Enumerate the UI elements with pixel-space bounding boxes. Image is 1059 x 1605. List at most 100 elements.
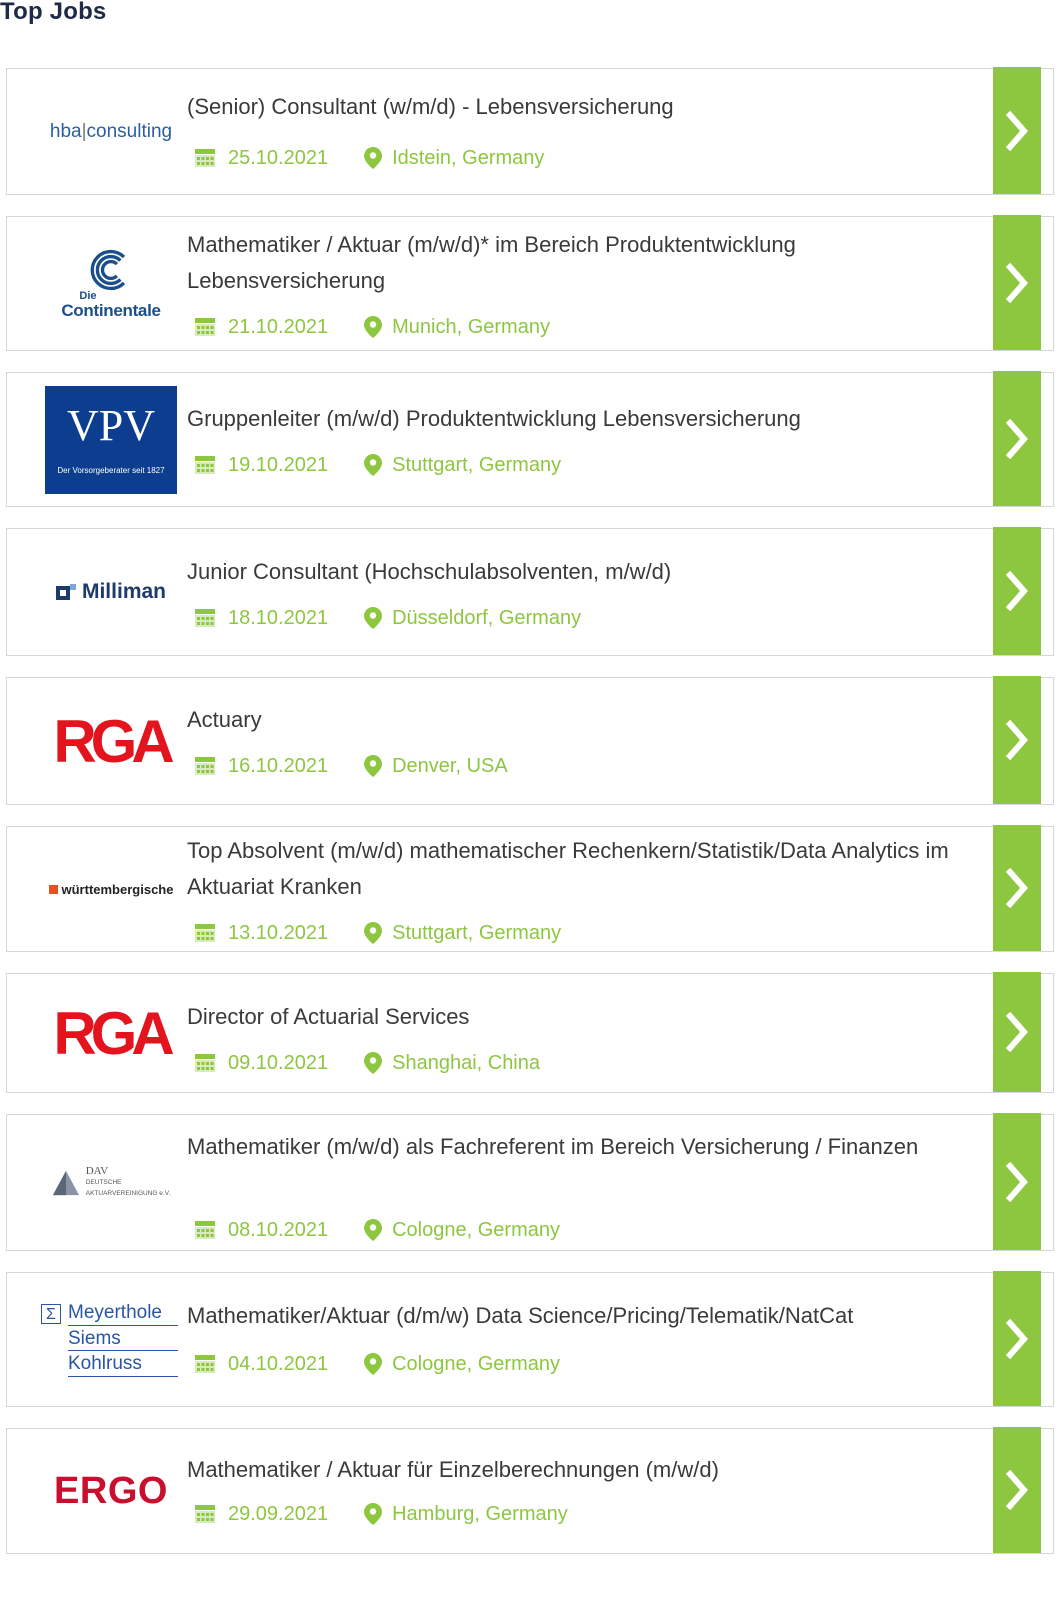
open-job-button[interactable] [993, 1113, 1041, 1250]
open-job-button[interactable] [993, 527, 1041, 655]
calendar-icon [195, 609, 215, 627]
logo-mark [48, 884, 58, 894]
job-title-link[interactable]: Gruppenleiter (m/w/d) Produktentwicklung… [187, 401, 987, 437]
open-job-button[interactable] [993, 972, 1041, 1092]
job-card[interactable]: DAV DEUTSCHE AKTUARVEREINIGUNG e.V. Mathema… [6, 1113, 1054, 1251]
open-job-button[interactable] [993, 1271, 1041, 1406]
open-job-button[interactable] [993, 1427, 1041, 1553]
job-location: Shanghai, China [392, 1051, 540, 1074]
logo-text: RGA [53, 707, 174, 775]
calendar-icon [195, 318, 215, 336]
logo-text: AKTUARVEREINIGUNG e.V. [85, 1190, 171, 1197]
logo-text: DEUTSCHE [85, 1179, 122, 1186]
map-pin-icon [364, 922, 383, 944]
logo-tagline: Der Vorsorgeberater seit 1827 [57, 466, 165, 475]
job-meta: 25.10.2021 Idstein, Germany [187, 145, 544, 171]
job-location: Munich, Germany [392, 315, 550, 338]
job-location: Denver, USA [392, 754, 508, 777]
calendar-icon [195, 1054, 215, 1072]
chevron-right-icon [1005, 110, 1028, 151]
chevron-right-icon [1005, 418, 1028, 459]
job-date: 21.10.2021 [228, 315, 329, 338]
company-logo: RGA [41, 974, 181, 1092]
logo-text: DAV [85, 1165, 109, 1177]
job-title-link[interactable]: Mathematiker / Aktuar für Einzelberechnu… [187, 1452, 987, 1488]
chevron-right-icon [1005, 571, 1028, 611]
chevron-right-icon [1005, 1161, 1028, 1202]
calendar-icon [195, 1505, 215, 1523]
job-meta: 18.10.2021 Düsseldorf, Germany [187, 605, 581, 631]
job-date: 19.10.2021 [228, 453, 329, 476]
job-meta: 19.10.2021 Stuttgart, Germany [187, 452, 561, 478]
job-meta: 16.10.2021 Denver, USA [187, 753, 508, 779]
map-pin-icon [364, 147, 383, 169]
job-date: 08.10.2021 [228, 1218, 329, 1241]
company-logo: Milliman [41, 529, 181, 655]
job-title-link[interactable]: Junior Consultant (Hochschulabsolventen,… [187, 554, 987, 590]
job-card[interactable]: württembergische Top Absolvent (m/w/d) ma… [6, 825, 1054, 952]
company-logo: RGA [41, 678, 181, 804]
continentale-emblem-icon [90, 249, 126, 290]
continentale-logo: Die Continentale [61, 249, 161, 319]
open-job-button[interactable] [993, 215, 1041, 350]
rga-logo: RGA [53, 707, 174, 776]
milliman-mark-icon [55, 584, 76, 600]
job-card[interactable]: hba|consulting (Senior) Consultant (w/m/d… [6, 67, 1054, 195]
job-card[interactable]: ERGO Mathematiker / Aktuar für Einzelbere… [6, 1427, 1054, 1554]
job-date: 18.10.2021 [228, 606, 329, 629]
open-job-button[interactable] [993, 67, 1041, 194]
job-card[interactable]: Milliman Junior Consultant (Hochschulabso… [6, 527, 1054, 656]
open-job-button[interactable] [993, 825, 1041, 951]
job-location: Düsseldorf, Germany [392, 606, 582, 629]
calendar-icon [195, 757, 215, 775]
calendar-icon [195, 1221, 215, 1239]
job-meta: 09.10.2021 Shanghai, China [187, 1050, 540, 1076]
job-location: Stuttgart, Germany [392, 453, 562, 476]
open-job-button[interactable] [993, 371, 1041, 506]
map-pin-icon [364, 1052, 383, 1074]
job-title-link[interactable]: (Senior) Consultant (w/m/d) - Lebensvers… [187, 89, 987, 125]
job-location: Hamburg, Germany [392, 1502, 568, 1525]
logo-text: Siems [68, 1324, 178, 1351]
job-card[interactable]: VPV Der Vorsorgeberater seit 1827 Gruppenl… [6, 371, 1054, 507]
job-location: Stuttgart, Germany [392, 921, 562, 944]
chevron-right-icon [1005, 720, 1028, 760]
open-job-button[interactable] [993, 676, 1041, 804]
job-title-link[interactable]: Mathematiker / Aktuar (m/w/d)* im Bereic… [187, 227, 987, 299]
job-date: 16.10.2021 [228, 754, 329, 777]
job-card[interactable]: Σ Meyerthole Siems Kohlruss Mathematiker/Akt… [6, 1271, 1054, 1407]
calendar-icon [195, 149, 215, 167]
job-title-link[interactable]: Mathematiker (m/w/d) als Fachreferent im… [187, 1129, 987, 1165]
job-location: Idstein, Germany [392, 146, 545, 169]
calendar-icon [195, 1355, 215, 1373]
company-logo: Σ Meyerthole Siems Kohlruss [41, 1273, 181, 1406]
job-card[interactable]: RGA Actuary 16.10.2021 Denver, USA [6, 676, 1054, 805]
job-location: Cologne, Germany [392, 1352, 560, 1375]
job-date: 25.10.2021 [228, 146, 329, 169]
job-card[interactable]: Die Continentale Mathematiker / Aktuar (m/… [6, 215, 1054, 351]
job-title-link[interactable]: Mathematiker/Aktuar (d/m/w) Data Science… [187, 1298, 987, 1334]
logo-text: hba [49, 120, 82, 142]
logo-text: consulting [86, 120, 173, 142]
job-card[interactable]: RGA Director of Actuarial Services 09.10.2… [6, 972, 1054, 1093]
chevron-right-icon [1005, 1470, 1028, 1510]
rga-logo: RGA [53, 999, 174, 1068]
calendar-icon [195, 456, 215, 474]
dav-logo-text: DAV DEUTSCHE AKTUARVEREINIGUNG e.V. [86, 1166, 171, 1199]
chevron-right-icon [1005, 262, 1028, 303]
job-meta: 21.10.2021 Munich, Germany [187, 314, 550, 340]
job-meta: 04.10.2021 Cologne, Germany [187, 1351, 560, 1377]
job-title-link[interactable]: Top Absolvent (m/w/d) mathematischer Rec… [187, 833, 987, 905]
chevron-right-icon [1005, 868, 1028, 908]
job-meta: 08.10.2021 Cologne, Germany [187, 1217, 560, 1243]
job-title-link[interactable]: Director of Actuarial Services [187, 999, 987, 1035]
milliman-logo: Milliman [55, 580, 166, 604]
sigma-icon: Σ [41, 1303, 61, 1324]
vpv-logo: VPV Der Vorsorgeberater seit 1827 [45, 385, 177, 494]
logo-text: Milliman [81, 580, 166, 603]
job-title-link[interactable]: Actuary [187, 702, 987, 738]
dav-triangle-icon [52, 1170, 79, 1195]
job-meta: 29.09.2021 Hamburg, Germany [187, 1501, 568, 1527]
logo-text: Kohlruss [68, 1349, 178, 1377]
map-pin-icon [364, 755, 383, 777]
